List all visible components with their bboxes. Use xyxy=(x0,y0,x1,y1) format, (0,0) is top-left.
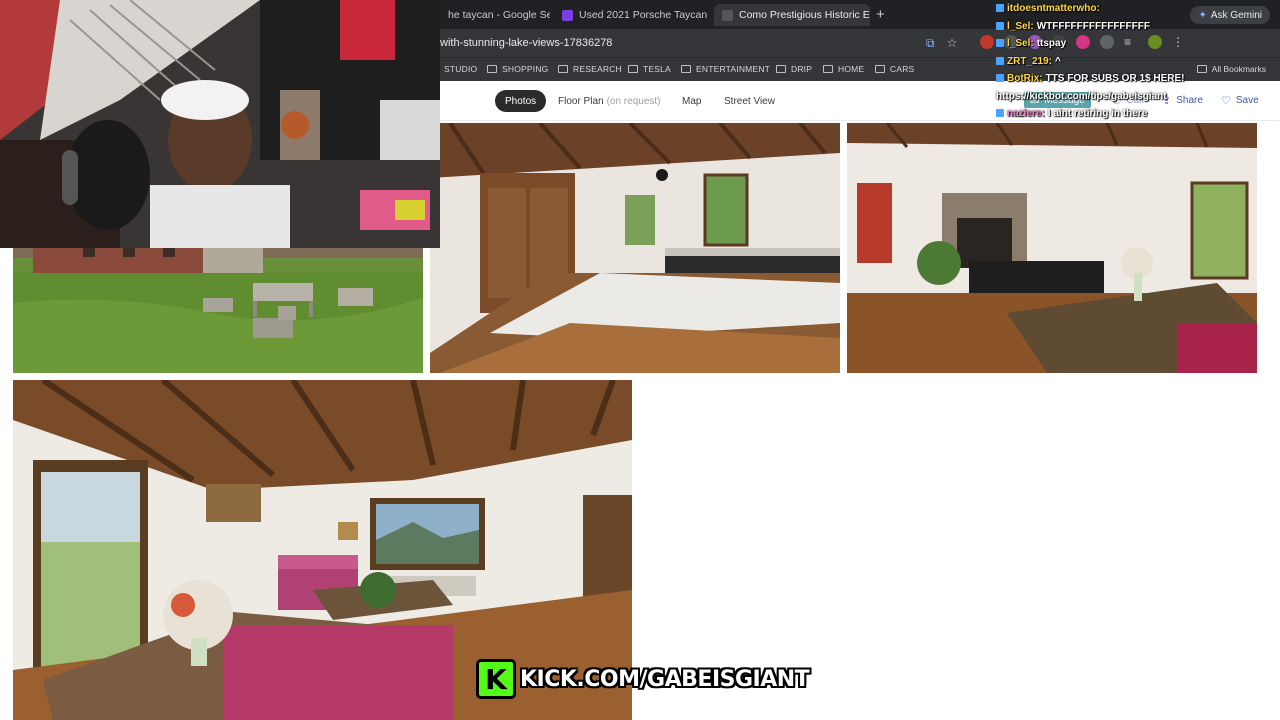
tab-label: Used 2021 Porsche Taycan 4 xyxy=(579,9,710,21)
chat-badge-icon xyxy=(996,74,1004,83)
photo-fireplace-room[interactable] xyxy=(847,123,1257,373)
bookmark-shopping[interactable]: SHOPPING xyxy=(487,64,548,74)
kick-channel-url: KICK.COM/GABEISGIANT xyxy=(520,666,810,692)
chat-text: TTS FOR SUBS OR 1$ HERE! xyxy=(1045,73,1185,84)
tab-floor-plan[interactable]: Floor Plan (on request) xyxy=(558,90,661,112)
photo-kitchen[interactable] xyxy=(430,123,840,373)
chat-username: BotRix: xyxy=(1007,73,1043,84)
bookmark-cars[interactable]: CARS xyxy=(875,64,914,74)
folder-icon xyxy=(628,65,638,73)
folder-icon xyxy=(875,65,885,73)
floor-plan-note: (on request) xyxy=(606,95,661,107)
chat-message: ZRT_219: ^ xyxy=(996,53,1280,71)
url-text[interactable]: with-stunning-lake-views-17836278 xyxy=(440,37,612,49)
chat-message: l_Sel: ttspay xyxy=(996,35,1280,53)
bookmark-star-icon[interactable]: ☆ xyxy=(947,36,958,51)
stream-chat-overlay: itdoesntmatterwho: l_Sel: WTFFFFFFFFFFFFFF… xyxy=(996,0,1280,123)
chat-username: itdoesntmatterwho: xyxy=(1007,3,1100,14)
bookmark-label: HOME xyxy=(838,64,865,74)
bookmark-label: ENTERTAINMENT xyxy=(696,64,771,74)
bookmark-studio[interactable]: STUDIO xyxy=(444,64,477,74)
kick-logo: K xyxy=(476,659,516,699)
tab-label: Street View xyxy=(724,95,775,107)
chat-text: WTFFFFFFFFFFFFFFFF xyxy=(1036,20,1150,32)
tab-label: Map xyxy=(682,95,702,107)
chat-username: ZRT_219: xyxy=(1007,55,1053,67)
tab-como-listing[interactable]: Como Prestigious Historic Es ✕ xyxy=(714,4,870,26)
chat-badge-icon xyxy=(996,21,1004,30)
folder-icon xyxy=(776,65,786,73)
folder-icon xyxy=(487,65,497,73)
folder-icon xyxy=(681,65,691,73)
tab-porsche-taycan[interactable]: Used 2021 Porsche Taycan 4 ✕ xyxy=(554,4,710,26)
bookmark-entertainment[interactable]: ENTERTAINMENT xyxy=(681,64,770,74)
chat-text: https://kickbot.com/tips/gabeisgiant xyxy=(996,90,1167,102)
bookmark-label: CARS xyxy=(890,64,915,74)
tab-label: Como Prestigious Historic Es xyxy=(739,9,870,21)
kitchen-image xyxy=(430,123,840,373)
address-bar-icons: ⧉ ☆ xyxy=(926,36,957,51)
folder-icon xyxy=(823,65,833,73)
chat-badge-icon xyxy=(996,56,1004,65)
chat-username: l_Sel: xyxy=(1007,20,1034,32)
chat-message: https://kickbot.com/tips/gabeisgiant xyxy=(996,88,1280,106)
bookmark-drip[interactable]: DRIP xyxy=(776,64,812,74)
favicon-icon xyxy=(562,9,573,21)
chat-badge-icon xyxy=(996,4,1004,13)
bookmark-label: SHOPPING xyxy=(502,64,549,74)
chat-username: l_Sel: xyxy=(1007,38,1034,49)
tab-label: he taycan - Google Sea xyxy=(448,9,550,21)
fireplace-room-image xyxy=(847,123,1257,373)
tab-photos[interactable]: Photos xyxy=(495,90,547,112)
chat-text: ^ xyxy=(1055,55,1061,67)
bookmark-tesla[interactable]: TESLA xyxy=(628,64,671,74)
tab-street-view[interactable]: Street View xyxy=(724,90,775,112)
tab-map[interactable]: Map xyxy=(682,90,701,112)
chat-badge-icon xyxy=(996,109,1004,118)
tab-label: Floor Plan xyxy=(558,95,604,107)
bookmark-label: DRIP xyxy=(791,64,813,74)
chat-text: I aint retiring in there xyxy=(1047,108,1148,119)
chat-username: naziere: xyxy=(1007,108,1045,119)
chat-message: itdoesntmatterwho: xyxy=(996,0,1280,18)
chat-badge-icon xyxy=(996,39,1004,48)
folder-icon xyxy=(558,65,568,73)
webcam-overlay xyxy=(0,0,440,248)
streamer-webcam-image xyxy=(0,0,440,248)
bookmark-research[interactable]: RESEARCH xyxy=(558,64,622,74)
tab-google-search[interactable]: he taycan - Google Sea ✕ xyxy=(440,4,550,26)
translate-icon[interactable]: ⧉ xyxy=(926,36,935,51)
bookmark-home[interactable]: HOME xyxy=(823,64,864,74)
screen: he taycan - Google Sea ✕ Used 2021 Porsc… xyxy=(0,0,1280,720)
favicon-icon xyxy=(722,9,733,21)
extension-icon[interactable] xyxy=(980,35,994,49)
tab-label: Photos xyxy=(505,95,537,107)
chat-message: naziere: I aint retiring in there xyxy=(996,105,1280,123)
chat-message: l_Sel: WTFFFFFFFFFFFFFFFF xyxy=(996,18,1280,36)
chat-message: BotRix: TTS FOR SUBS OR 1$ HERE! xyxy=(996,70,1280,88)
chat-text: ttspay xyxy=(1036,38,1067,49)
new-tab-icon[interactable]: + xyxy=(876,6,885,23)
bookmark-label: STUDIO xyxy=(444,64,478,74)
kick-channel-banner: K KICK.COM/GABEISGIANT xyxy=(476,658,810,700)
bookmark-label: TESLA xyxy=(643,64,671,74)
bookmark-label: RESEARCH xyxy=(573,64,622,74)
